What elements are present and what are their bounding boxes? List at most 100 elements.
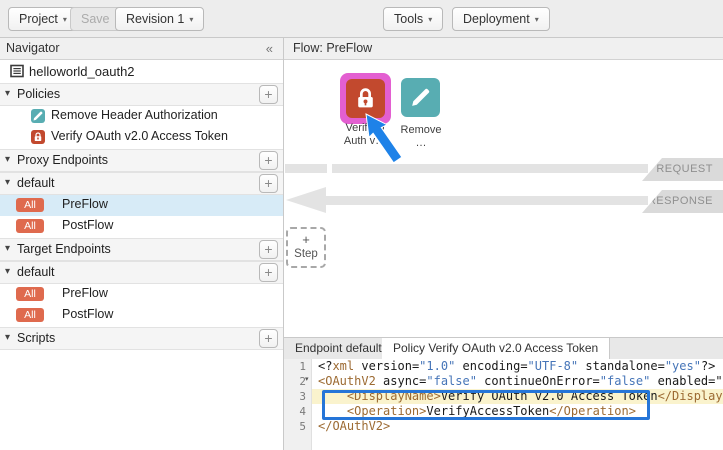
- code-token: </DisplayName>: [658, 389, 723, 403]
- fold-caret-icon[interactable]: ▾: [305, 375, 309, 383]
- code-token: xml: [332, 359, 354, 373]
- request-lane-tag: REQUEST: [642, 158, 723, 181]
- line-number: 1: [284, 359, 306, 374]
- add-proxy-endpoint-button[interactable]: +: [259, 151, 278, 170]
- expand-caret-icon[interactable]: ▾: [5, 332, 10, 343]
- navigator: helloworld_oauth2 ▾ Policies + Remove He…: [0, 60, 283, 450]
- code-token: "false": [600, 374, 651, 388]
- chevron-down-icon: ▾: [63, 15, 67, 24]
- flow-canvas: Verify O Auth v… Remove … REQUEST RESPON…: [284, 60, 723, 337]
- flow-name: PostFlow: [62, 307, 113, 321]
- nav-section-target-endpoints[interactable]: ▾ Target Endpoints +: [0, 238, 283, 261]
- response-lane-tag: RESPONSE: [642, 190, 723, 213]
- section-label: Target Endpoints: [17, 242, 111, 256]
- code-token: standalone=: [578, 359, 665, 373]
- lock-icon: [31, 130, 45, 144]
- project-menu-button[interactable]: Project▾: [8, 7, 78, 31]
- deployment-menu-button[interactable]: Deployment▾: [452, 7, 550, 31]
- nav-section-target-default[interactable]: ▾ default +: [0, 261, 283, 284]
- nav-item-target-postflow[interactable]: All PostFlow: [0, 305, 283, 326]
- flow-panel-header: Flow: PreFlow: [284, 38, 723, 60]
- nav-section-policies[interactable]: ▾ Policies +: [0, 83, 283, 106]
- code-line-5: </OAuthV2>: [318, 419, 723, 434]
- nav-item-policy-verify-oauth[interactable]: Verify OAuth v2.0 Access Token: [0, 127, 283, 148]
- code-line-2: <OAuthV2 async="false" continueOnError="…: [318, 374, 723, 389]
- add-target-endpoint-button[interactable]: +: [259, 240, 278, 259]
- nav-item-bundle[interactable]: helloworld_oauth2: [0, 61, 283, 83]
- code-editor[interactable]: 1 2 3 4 5 ▾ <?xml version="1.0" encoding…: [284, 359, 723, 450]
- flow-name: PreFlow: [62, 286, 108, 300]
- policy-name: Remove Header Authorization: [51, 108, 218, 122]
- tab-endpoint-default[interactable]: Endpoint default: [284, 338, 394, 359]
- expand-caret-icon[interactable]: ▾: [5, 88, 10, 99]
- code-token: "1.0": [419, 359, 455, 373]
- section-label: Policies: [17, 87, 60, 101]
- nav-item-proxy-postflow[interactable]: All PostFlow: [0, 216, 283, 237]
- bundle-icon: [10, 64, 24, 81]
- tab-label: Endpoint default: [295, 341, 382, 355]
- nav-section-scripts[interactable]: ▾ Scripts +: [0, 327, 283, 350]
- add-script-button[interactable]: +: [259, 329, 278, 348]
- tools-menu-button[interactable]: Tools ▾: [383, 7, 443, 31]
- add-step-button[interactable]: + Step: [286, 227, 326, 268]
- collapse-sidebar-icon[interactable]: «: [266, 38, 273, 59]
- nav-section-proxy-default[interactable]: ▾ default +: [0, 172, 283, 195]
- add-policy-button[interactable]: +: [259, 85, 278, 104]
- pointer-arrow-annotation: [352, 106, 408, 168]
- all-badge: All: [16, 287, 44, 301]
- pencil-icon: [408, 85, 433, 115]
- revision-menu-button[interactable]: Revision 1▾: [115, 7, 204, 31]
- all-badge: All: [16, 219, 44, 233]
- add-flow-button[interactable]: +: [259, 174, 278, 193]
- plus-icon: +: [288, 231, 324, 248]
- code-token: version=: [354, 359, 419, 373]
- code-line-1: <?xml version="1.0" encoding="UTF-8" sta…: [318, 359, 723, 374]
- tools-label: Tools: [394, 12, 423, 26]
- nav-item-target-preflow[interactable]: All PreFlow: [0, 284, 283, 305]
- nav-section-proxy-endpoints[interactable]: ▾ Proxy Endpoints +: [0, 149, 283, 172]
- chevron-down-icon: ▾: [428, 15, 432, 24]
- editor-gutter: 1 2 3 4 5 ▾: [284, 359, 312, 450]
- all-badge: All: [16, 308, 44, 322]
- add-flow-button[interactable]: +: [259, 263, 278, 282]
- bundle-name: helloworld_oauth2: [29, 64, 135, 79]
- save-button[interactable]: Save: [70, 7, 121, 31]
- apigee-proxy-editor: Project▾ Save Revision 1▾ Tools ▾ Deploym…: [0, 0, 723, 450]
- policy-name: Verify OAuth v2.0 Access Token: [51, 129, 228, 143]
- pencil-icon: [31, 109, 45, 123]
- section-label: default: [17, 265, 55, 279]
- step-label: Step: [288, 248, 324, 261]
- code-token: async=: [376, 374, 427, 388]
- section-label: default: [17, 176, 55, 190]
- code-token: "yes": [665, 359, 701, 373]
- nav-item-proxy-preflow[interactable]: All PreFlow: [0, 195, 283, 216]
- line-number: 4: [284, 404, 306, 419]
- code-token: <?: [318, 359, 332, 373]
- flow-name: PreFlow: [62, 197, 108, 211]
- code-token: continueOnError=: [477, 374, 600, 388]
- expand-caret-icon[interactable]: ▾: [5, 154, 10, 165]
- line-number: 2: [284, 374, 306, 389]
- code-token: </OAuthV2>: [318, 419, 390, 433]
- request-lane-stub: [285, 164, 327, 173]
- expand-caret-icon[interactable]: ▾: [5, 177, 10, 188]
- navigator-header: Navigator «: [0, 38, 283, 60]
- chevron-down-icon: ▾: [189, 15, 193, 24]
- expand-caret-icon[interactable]: ▾: [5, 243, 10, 254]
- editor-tab-bar: Endpoint default Policy Verify OAuth v2.…: [284, 337, 723, 359]
- expand-caret-icon[interactable]: ▾: [5, 266, 10, 277]
- response-lane-bar: [326, 196, 648, 205]
- code-token: enabled=": [650, 374, 722, 388]
- code-token: ?>: [701, 359, 715, 373]
- line-number: 3: [284, 389, 306, 404]
- section-label: Proxy Endpoints: [17, 153, 108, 167]
- flow-name: PostFlow: [62, 218, 113, 232]
- nav-item-policy-remove-header[interactable]: Remove Header Authorization: [0, 106, 283, 127]
- tab-policy-verify-oauth[interactable]: Policy Verify OAuth v2.0 Access Token: [382, 338, 610, 359]
- line-number: 5: [284, 419, 306, 434]
- response-label: RESPONSE: [648, 195, 713, 207]
- toolbar: Project▾ Save Revision 1▾ Tools ▾ Deploym…: [0, 0, 723, 38]
- navigator-title: Navigator: [6, 41, 60, 55]
- request-label: REQUEST: [656, 163, 713, 175]
- code-token: <OAuthV2: [318, 374, 376, 388]
